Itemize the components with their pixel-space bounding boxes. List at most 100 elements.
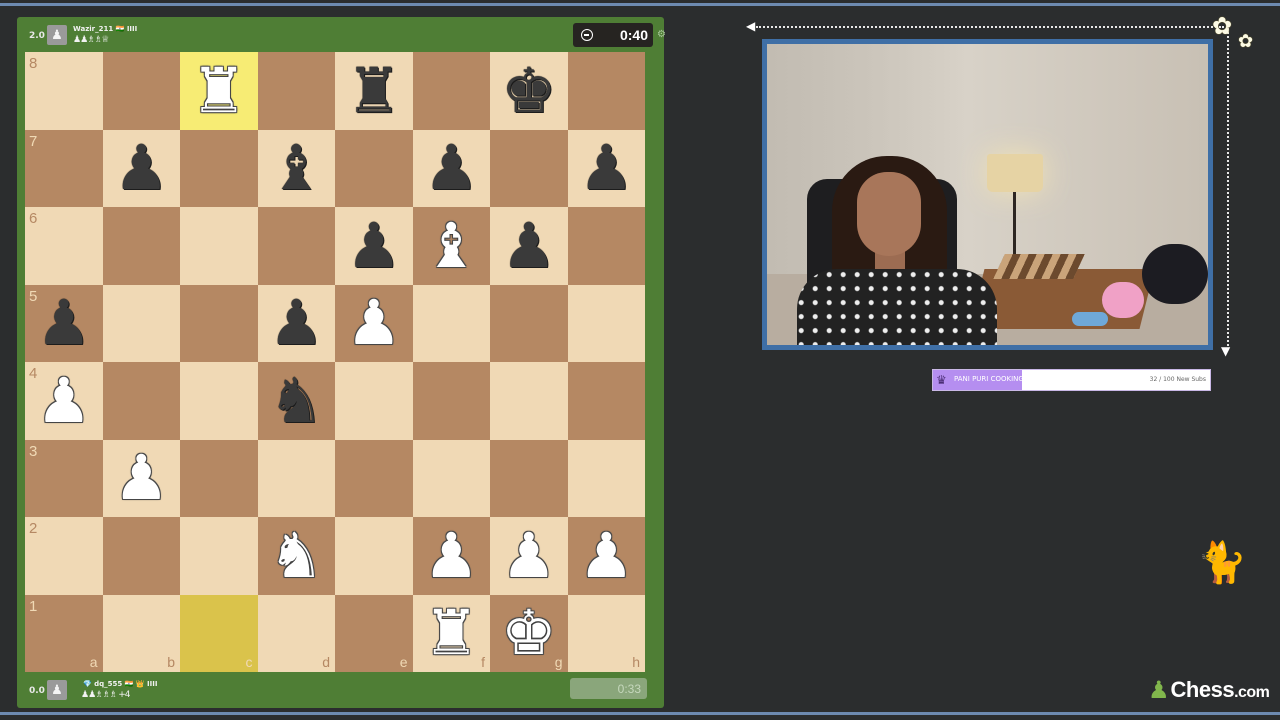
- square-g6[interactable]: ♟: [490, 207, 568, 285]
- top-player-name[interactable]: Wazir_211 🇮🇳 ⅠⅠⅠⅠ: [73, 25, 137, 33]
- square-h4[interactable]: [567, 362, 645, 440]
- square-d7[interactable]: ♝: [257, 129, 335, 207]
- square-b3[interactable]: ♟: [102, 439, 180, 517]
- square-g3[interactable]: [490, 439, 568, 517]
- square-c3[interactable]: [180, 439, 258, 517]
- square-f1[interactable]: f ♜: [412, 594, 490, 672]
- square-f2[interactable]: ♟: [412, 517, 490, 595]
- square-c8[interactable]: ♜: [180, 52, 258, 130]
- square-d6[interactable]: [257, 207, 335, 285]
- square-h1[interactable]: h: [567, 594, 645, 672]
- cat-sticker-icon: 🐈: [1197, 540, 1247, 586]
- settings-gear-icon[interactable]: ⚙: [657, 29, 666, 40]
- square-e6[interactable]: ♟: [335, 207, 413, 285]
- square-e3[interactable]: [335, 439, 413, 517]
- square-c2[interactable]: [180, 517, 258, 595]
- chess-board[interactable]: 8 ♜ ♜ ♚ 7 ♟ ♝ ♟ ♟ 6 ♟ ♝ ♟ 5 ♟ ♟ ♟ 4 ♟ ♞ 3 ♟ 2 ♞ ♟ ♟ ♟ 1 a b c d e f ♜ g ♚ h: [25, 52, 645, 672]
- square-e1[interactable]: e: [335, 594, 413, 672]
- square-e2[interactable]: [335, 517, 413, 595]
- white-king-piece[interactable]: ♚: [501, 602, 557, 664]
- bottom-player-name[interactable]: 💎 dq_555 🇮🇳 👑 ⅠⅠⅠⅠ: [83, 680, 157, 688]
- square-d5[interactable]: ♟: [257, 284, 335, 362]
- square-d1[interactable]: d: [257, 594, 335, 672]
- square-a5[interactable]: 5 ♟: [25, 284, 103, 362]
- square-a3[interactable]: 3: [25, 439, 103, 517]
- white-pawn-piece[interactable]: ♟: [423, 524, 479, 587]
- square-f6[interactable]: ♝: [412, 207, 490, 285]
- square-g2[interactable]: ♟: [490, 517, 568, 595]
- white-bishop-piece[interactable]: ♝: [423, 214, 479, 277]
- square-h6[interactable]: [567, 207, 645, 285]
- file-label: f: [481, 654, 485, 670]
- square-a2[interactable]: 2: [25, 517, 103, 595]
- black-pawn-piece[interactable]: ♟: [578, 137, 634, 199]
- black-pawn-piece[interactable]: ♟: [501, 214, 557, 277]
- square-g8[interactable]: ♚: [490, 52, 568, 130]
- square-e8[interactable]: ♜: [335, 52, 413, 130]
- square-a7[interactable]: 7: [25, 129, 103, 207]
- square-f5[interactable]: [412, 284, 490, 362]
- square-b4[interactable]: [102, 362, 180, 440]
- square-b7[interactable]: ♟: [102, 129, 180, 207]
- black-pawn-piece[interactable]: ♟: [346, 214, 402, 277]
- white-knight-piece[interactable]: ♞: [268, 524, 324, 587]
- square-a4[interactable]: 4 ♟: [25, 362, 103, 440]
- black-pawn-piece[interactable]: ♟: [268, 292, 324, 354]
- top-player-score: 2.0: [29, 31, 45, 41]
- black-pawn-piece[interactable]: ♟: [113, 137, 169, 199]
- square-h3[interactable]: [567, 439, 645, 517]
- square-h2[interactable]: ♟: [567, 517, 645, 595]
- square-a6[interactable]: 6: [25, 207, 103, 285]
- square-f7[interactable]: ♟: [412, 129, 490, 207]
- square-c5[interactable]: [180, 284, 258, 362]
- square-c1[interactable]: c: [180, 594, 258, 672]
- square-e7[interactable]: [335, 129, 413, 207]
- square-c4[interactable]: [180, 362, 258, 440]
- square-a1[interactable]: 1a: [25, 594, 103, 672]
- square-h7[interactable]: ♟: [567, 129, 645, 207]
- black-rook-piece[interactable]: ♜: [346, 59, 402, 122]
- black-pawn-piece[interactable]: ♟: [36, 292, 92, 354]
- square-g5[interactable]: [490, 284, 568, 362]
- white-rook-piece[interactable]: ♜: [423, 602, 479, 664]
- white-pawn-piece[interactable]: ♟: [36, 369, 92, 432]
- sub-goal-bar: ♛ PANI PURI COOKING STREAM 32 / 100 New …: [932, 369, 1211, 391]
- white-pawn-piece[interactable]: ♟: [346, 292, 402, 354]
- square-f8[interactable]: [412, 52, 490, 130]
- top-player-avatar[interactable]: ♟: [47, 25, 67, 45]
- square-g7[interactable]: [490, 129, 568, 207]
- square-f4[interactable]: [412, 362, 490, 440]
- black-knight-piece[interactable]: ♞: [268, 369, 324, 432]
- white-rook-piece[interactable]: ♜: [191, 59, 247, 122]
- white-pawn-piece[interactable]: ♟: [578, 524, 634, 587]
- rank-label: 5: [29, 287, 38, 305]
- frame-top-border: [0, 3, 1280, 6]
- bottom-player-avatar[interactable]: ♟: [47, 680, 67, 700]
- square-b1[interactable]: b: [102, 594, 180, 672]
- square-d3[interactable]: [257, 439, 335, 517]
- square-b2[interactable]: [102, 517, 180, 595]
- file-label: c: [245, 654, 253, 670]
- square-d2[interactable]: ♞: [257, 517, 335, 595]
- black-bishop-piece[interactable]: ♝: [268, 137, 324, 199]
- square-c6[interactable]: [180, 207, 258, 285]
- square-d4[interactable]: ♞: [257, 362, 335, 440]
- white-pawn-piece[interactable]: ♟: [113, 447, 169, 509]
- square-g4[interactable]: [490, 362, 568, 440]
- square-g1[interactable]: g ♚: [490, 594, 568, 672]
- white-pawn-piece[interactable]: ♟: [501, 524, 557, 587]
- square-e5[interactable]: ♟: [335, 284, 413, 362]
- square-d8[interactable]: [257, 52, 335, 130]
- square-c7[interactable]: [180, 129, 258, 207]
- square-b6[interactable]: [102, 207, 180, 285]
- square-b8[interactable]: [102, 52, 180, 130]
- black-pawn-piece[interactable]: ♟: [423, 137, 479, 199]
- square-h8[interactable]: [567, 52, 645, 130]
- square-h5[interactable]: [567, 284, 645, 362]
- square-a8[interactable]: 8: [25, 52, 103, 130]
- square-f3[interactable]: [412, 439, 490, 517]
- black-king-piece[interactable]: ♚: [501, 59, 557, 122]
- rank-label: 7: [29, 132, 38, 150]
- square-e4[interactable]: [335, 362, 413, 440]
- square-b5[interactable]: [102, 284, 180, 362]
